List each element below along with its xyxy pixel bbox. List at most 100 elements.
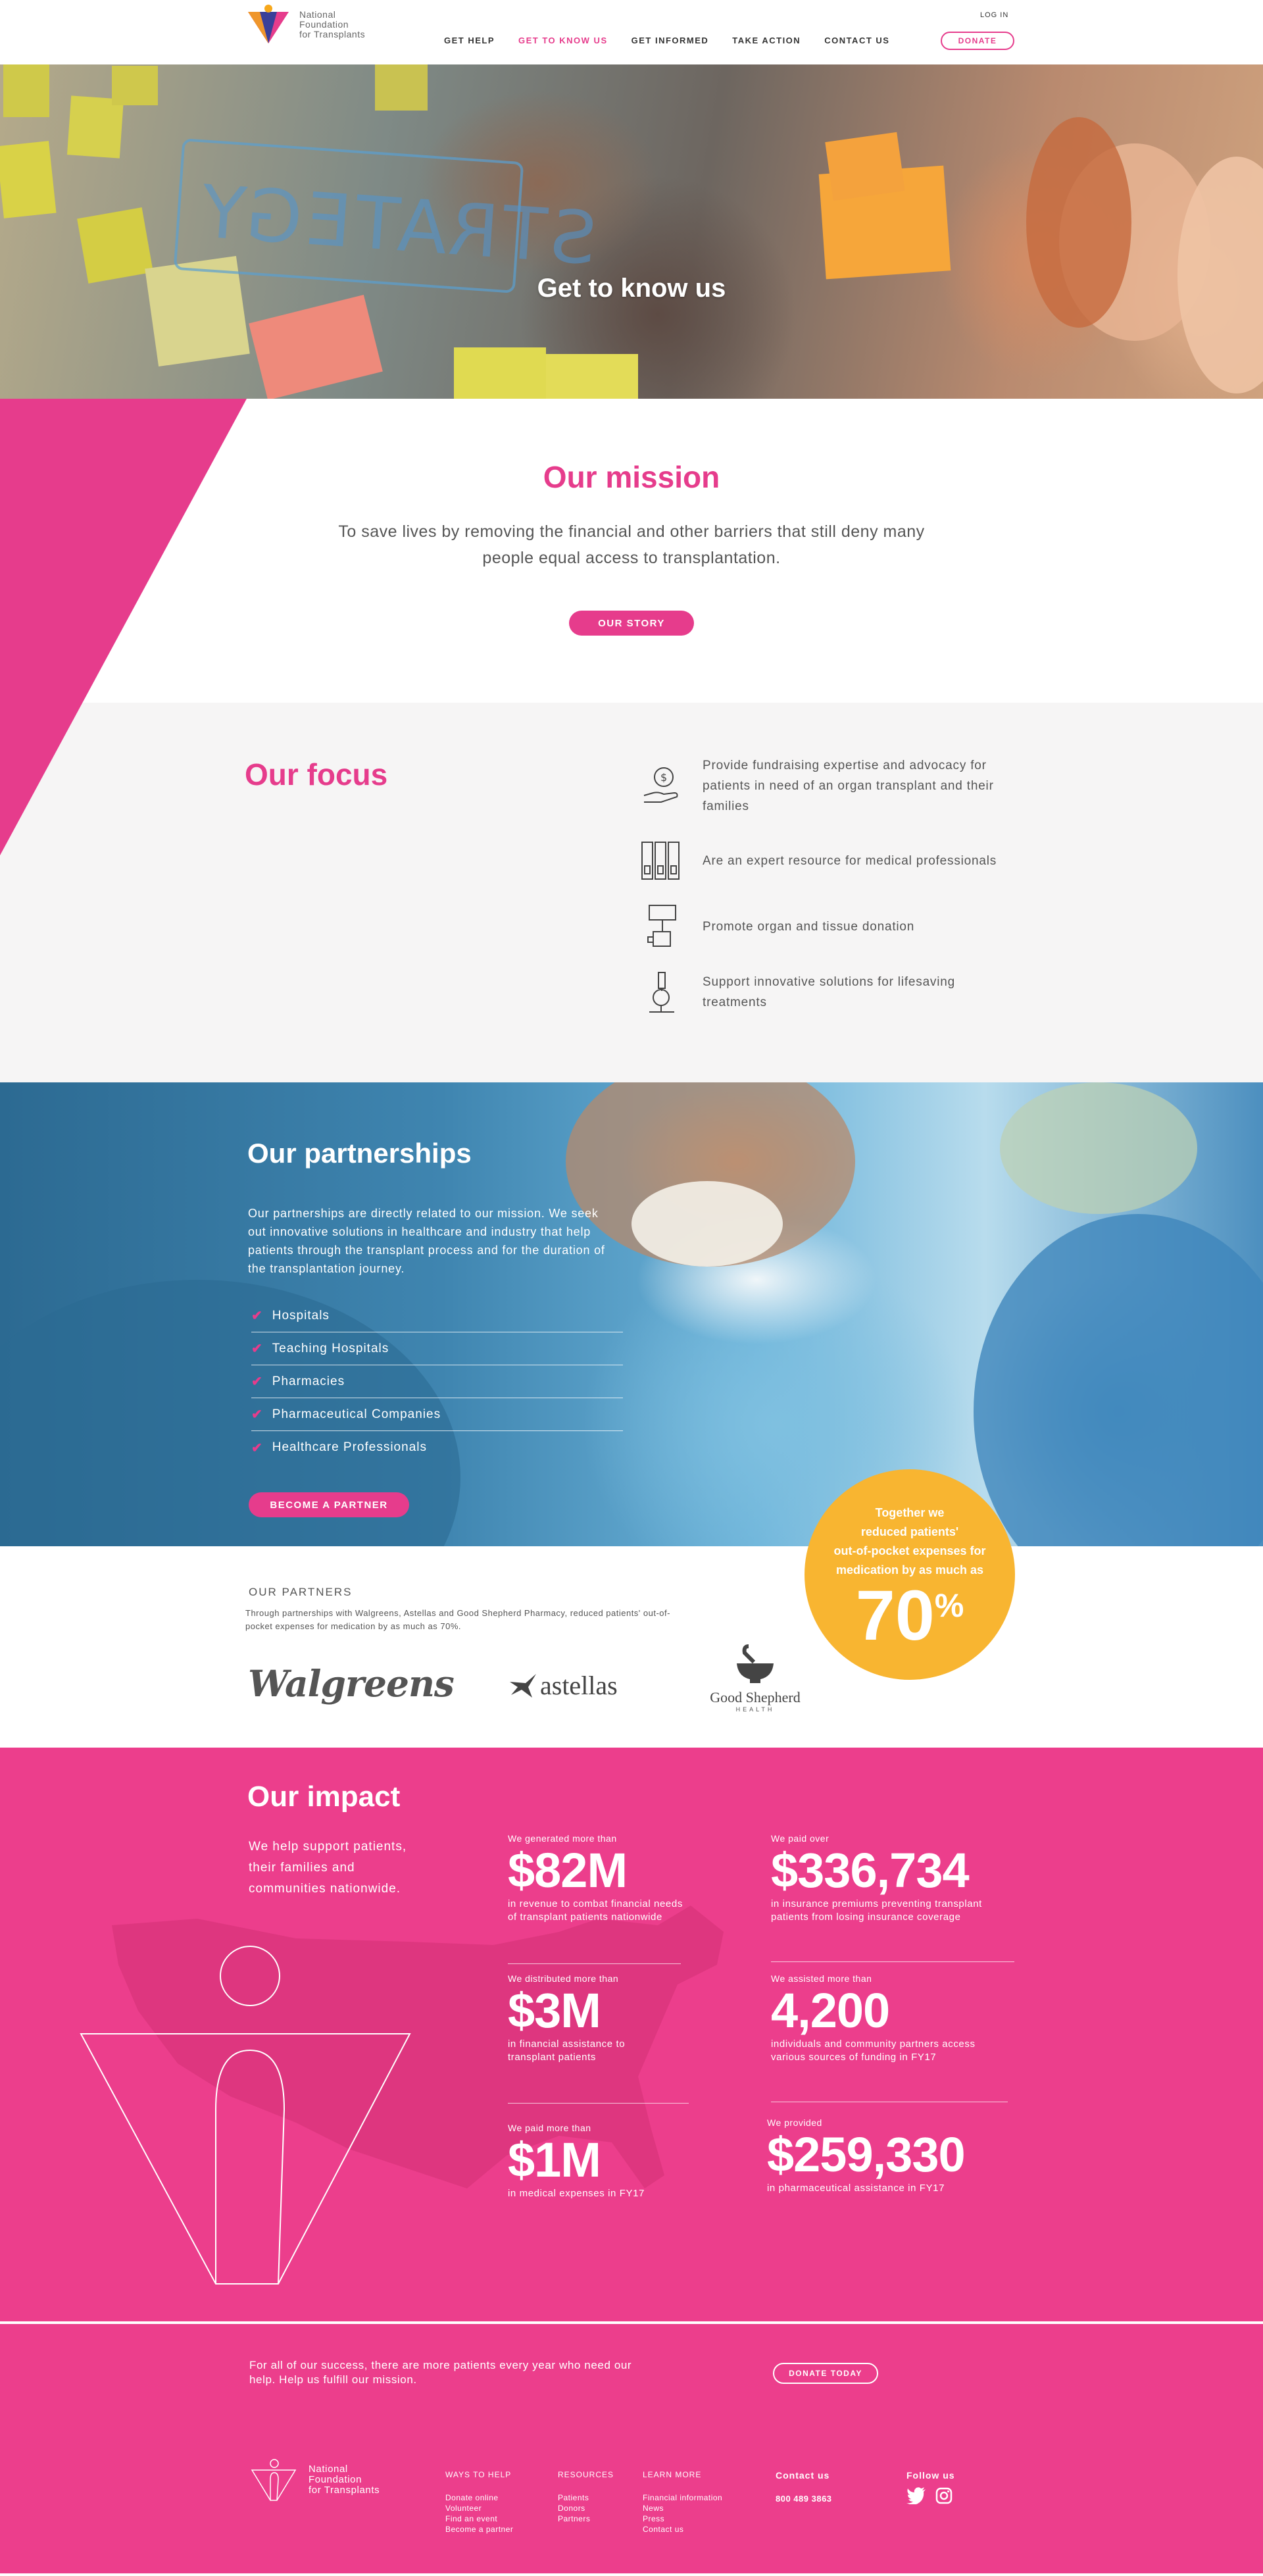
focus-item: Are an expert resource for medical profe… — [638, 834, 999, 887]
become-partner-button[interactable]: BECOME A PARTNER — [249, 1492, 409, 1517]
stat-divider — [771, 1961, 1014, 1962]
stat-divider — [508, 1963, 681, 1964]
our-partners-section: OUR PARTNERS Through partnerships with W… — [0, 1546, 1263, 1748]
footer-column-heading: WAYS TO HELP — [445, 2470, 512, 2479]
stat-description: in financial assistance to transplant pa… — [508, 2038, 626, 2063]
impact-stat: We generated more than $82M in revenue t… — [508, 1833, 751, 1924]
mission-text: To save lives by removing the financial … — [338, 522, 925, 567]
nav-get-help[interactable]: GET HELP — [444, 36, 495, 45]
stat-number: $259,330 — [767, 2127, 966, 2182]
footer-contact: Contact us 800 489 3863 — [776, 2470, 832, 2504]
savings-badge: Together we reduced patients' out-of-poc… — [805, 1469, 1015, 1680]
hero-sticky-note — [454, 347, 546, 399]
impact-stat: We paid more than $1M in medical expense… — [508, 2123, 751, 2200]
nft-logo-outline-icon — [251, 2459, 297, 2501]
impact-stat: We assisted more than 4,200 individuals … — [771, 1973, 1034, 2064]
our-story-button[interactable]: OUR STORY — [569, 611, 694, 636]
badge-text: Together we reduced patients' out-of-poc… — [833, 1506, 986, 1577]
money-hand-icon: $ — [638, 760, 684, 813]
nav-get-to-know-us[interactable]: GET TO KNOW US — [518, 36, 608, 45]
nav-get-informed[interactable]: GET INFORMED — [632, 36, 709, 45]
footer-social: Follow us — [906, 2470, 955, 2504]
impact-stat: We paid over $336,734 in insurance premi… — [771, 1833, 1034, 1924]
hero-sticky-note — [0, 141, 57, 218]
stat-number: $336,734 — [771, 1843, 970, 1898]
astellas-logo[interactable]: astellas — [508, 1670, 618, 1701]
cta-section: For all of our success, there are more p… — [0, 2321, 1263, 2419]
stat-number: $82M — [508, 1843, 628, 1898]
microscope-icon — [638, 966, 684, 1019]
stat-number: $3M — [508, 1983, 601, 2038]
good-shepherd-logo[interactable]: Good Shepherd HEALTH — [708, 1644, 803, 1713]
list-item: ✔ Teaching Hospitals — [251, 1332, 623, 1365]
footer-link[interactable]: Patients — [558, 2492, 614, 2503]
stat-description: in pharmaceutical assistance in FY17 — [767, 2183, 945, 2194]
footer-link[interactable]: News — [643, 2503, 722, 2513]
footer-column-heading: RESOURCES — [558, 2470, 614, 2479]
list-item: ✔ Pharmacies — [251, 1365, 623, 1398]
hero-sticky-note — [546, 354, 638, 399]
stat-description: in insurance premiums preventing transpl… — [771, 1898, 982, 1923]
footer-link[interactable]: Donors — [558, 2503, 614, 2513]
impact-stat: We provided $259,330 in pharmaceutical a… — [767, 2117, 1030, 2195]
checkmark-icon: ✔ — [251, 1309, 263, 1323]
nav-take-action[interactable]: TAKE ACTION — [732, 36, 801, 45]
footer-link[interactable]: Become a partner — [445, 2524, 513, 2535]
hero-sticky-note — [249, 295, 383, 399]
impact-section: Our impact We help support patients, the… — [0, 1748, 1263, 2321]
checkmark-icon: ✔ — [251, 1342, 263, 1356]
main-nav: GET HELP GET TO KNOW US GET INFORMED TAK… — [444, 36, 889, 45]
badge-number: 70% — [855, 1575, 964, 1655]
footer-link[interactable]: Contact us — [643, 2524, 722, 2535]
checkmark-icon: ✔ — [251, 1375, 263, 1389]
twitter-icon[interactable] — [906, 2487, 926, 2504]
footer-logo[interactable]: National Foundation for Transplants — [251, 2458, 380, 2502]
impact-title: Our impact — [247, 1780, 401, 1813]
nft-logo-icon — [248, 5, 289, 43]
focus-item: $ Provide fundraising expertise and advo… — [638, 755, 999, 817]
astellas-star-icon — [510, 1673, 536, 1698]
donate-today-button[interactable]: DONATE TODAY — [773, 2363, 878, 2384]
footer-link[interactable]: Partners — [558, 2513, 614, 2524]
stat-label: We assisted more than — [771, 1973, 872, 1984]
nav-contact-us[interactable]: CONTACT US — [824, 36, 889, 45]
checkmark-icon: ✔ — [251, 1440, 263, 1455]
stat-number: 4,200 — [771, 1983, 890, 2038]
hero-sticky-note — [77, 207, 153, 284]
footer-column-heading: LEARN MORE — [643, 2470, 702, 2479]
stat-label: We paid over — [771, 1833, 830, 1844]
walgreens-logo[interactable]: Walgreens — [248, 1662, 455, 1705]
logo-text: National Foundation for Transplants — [299, 9, 366, 39]
mortar-pestle-icon — [737, 1644, 774, 1683]
our-partners-text: Through partnerships with Walgreens, Ast… — [245, 1608, 670, 1631]
svg-text:$: $ — [660, 771, 667, 784]
surgeon-body — [974, 1214, 1263, 1546]
impact-stat: We distributed more than $3M in financia… — [508, 1973, 751, 2064]
footer-phone[interactable]: 800 489 3863 — [776, 2494, 832, 2504]
focus-item-text: Support innovative solutions for lifesav… — [703, 975, 955, 1009]
partnerships-title: Our partnerships — [247, 1138, 472, 1169]
impact-subtitle: We help support patients, their families… — [249, 1840, 407, 1896]
focus-item: Support innovative solutions for lifesav… — [638, 966, 999, 1019]
login-link[interactable]: LOG IN — [980, 11, 1008, 19]
footer-link[interactable]: Volunteer — [445, 2503, 513, 2513]
site-header: National Foundation for Transplants LOG … — [0, 0, 1263, 64]
stat-divider — [508, 2103, 689, 2104]
hero-sticky-note — [3, 64, 49, 117]
footer-link[interactable]: Find an event — [445, 2513, 513, 2524]
hero-sticky-note — [375, 64, 428, 111]
footer-link[interactable]: Donate online — [445, 2492, 513, 2503]
focus-item-text: Provide fundraising expertise and advoca… — [703, 759, 994, 813]
donate-button[interactable]: DONATE — [941, 32, 1014, 50]
footer-column-ways-to-help: WAYS TO HELP Donate online Volunteer Fin… — [445, 2470, 513, 2535]
stat-description: individuals and community partners acces… — [771, 2038, 976, 2063]
hero-sticky-note — [825, 132, 905, 201]
surgeon-mask — [632, 1181, 783, 1267]
stat-description: in revenue to combat financial needs of … — [508, 1898, 683, 1923]
site-logo[interactable]: National Foundation for Transplants — [247, 4, 365, 45]
focus-item-text: Promote organ and tissue donation — [703, 919, 915, 934]
footer-link[interactable]: Press — [643, 2513, 722, 2524]
instagram-icon[interactable] — [935, 2487, 953, 2504]
footer-contact-heading: Contact us — [776, 2470, 830, 2481]
footer-link[interactable]: Financial information — [643, 2492, 722, 2503]
